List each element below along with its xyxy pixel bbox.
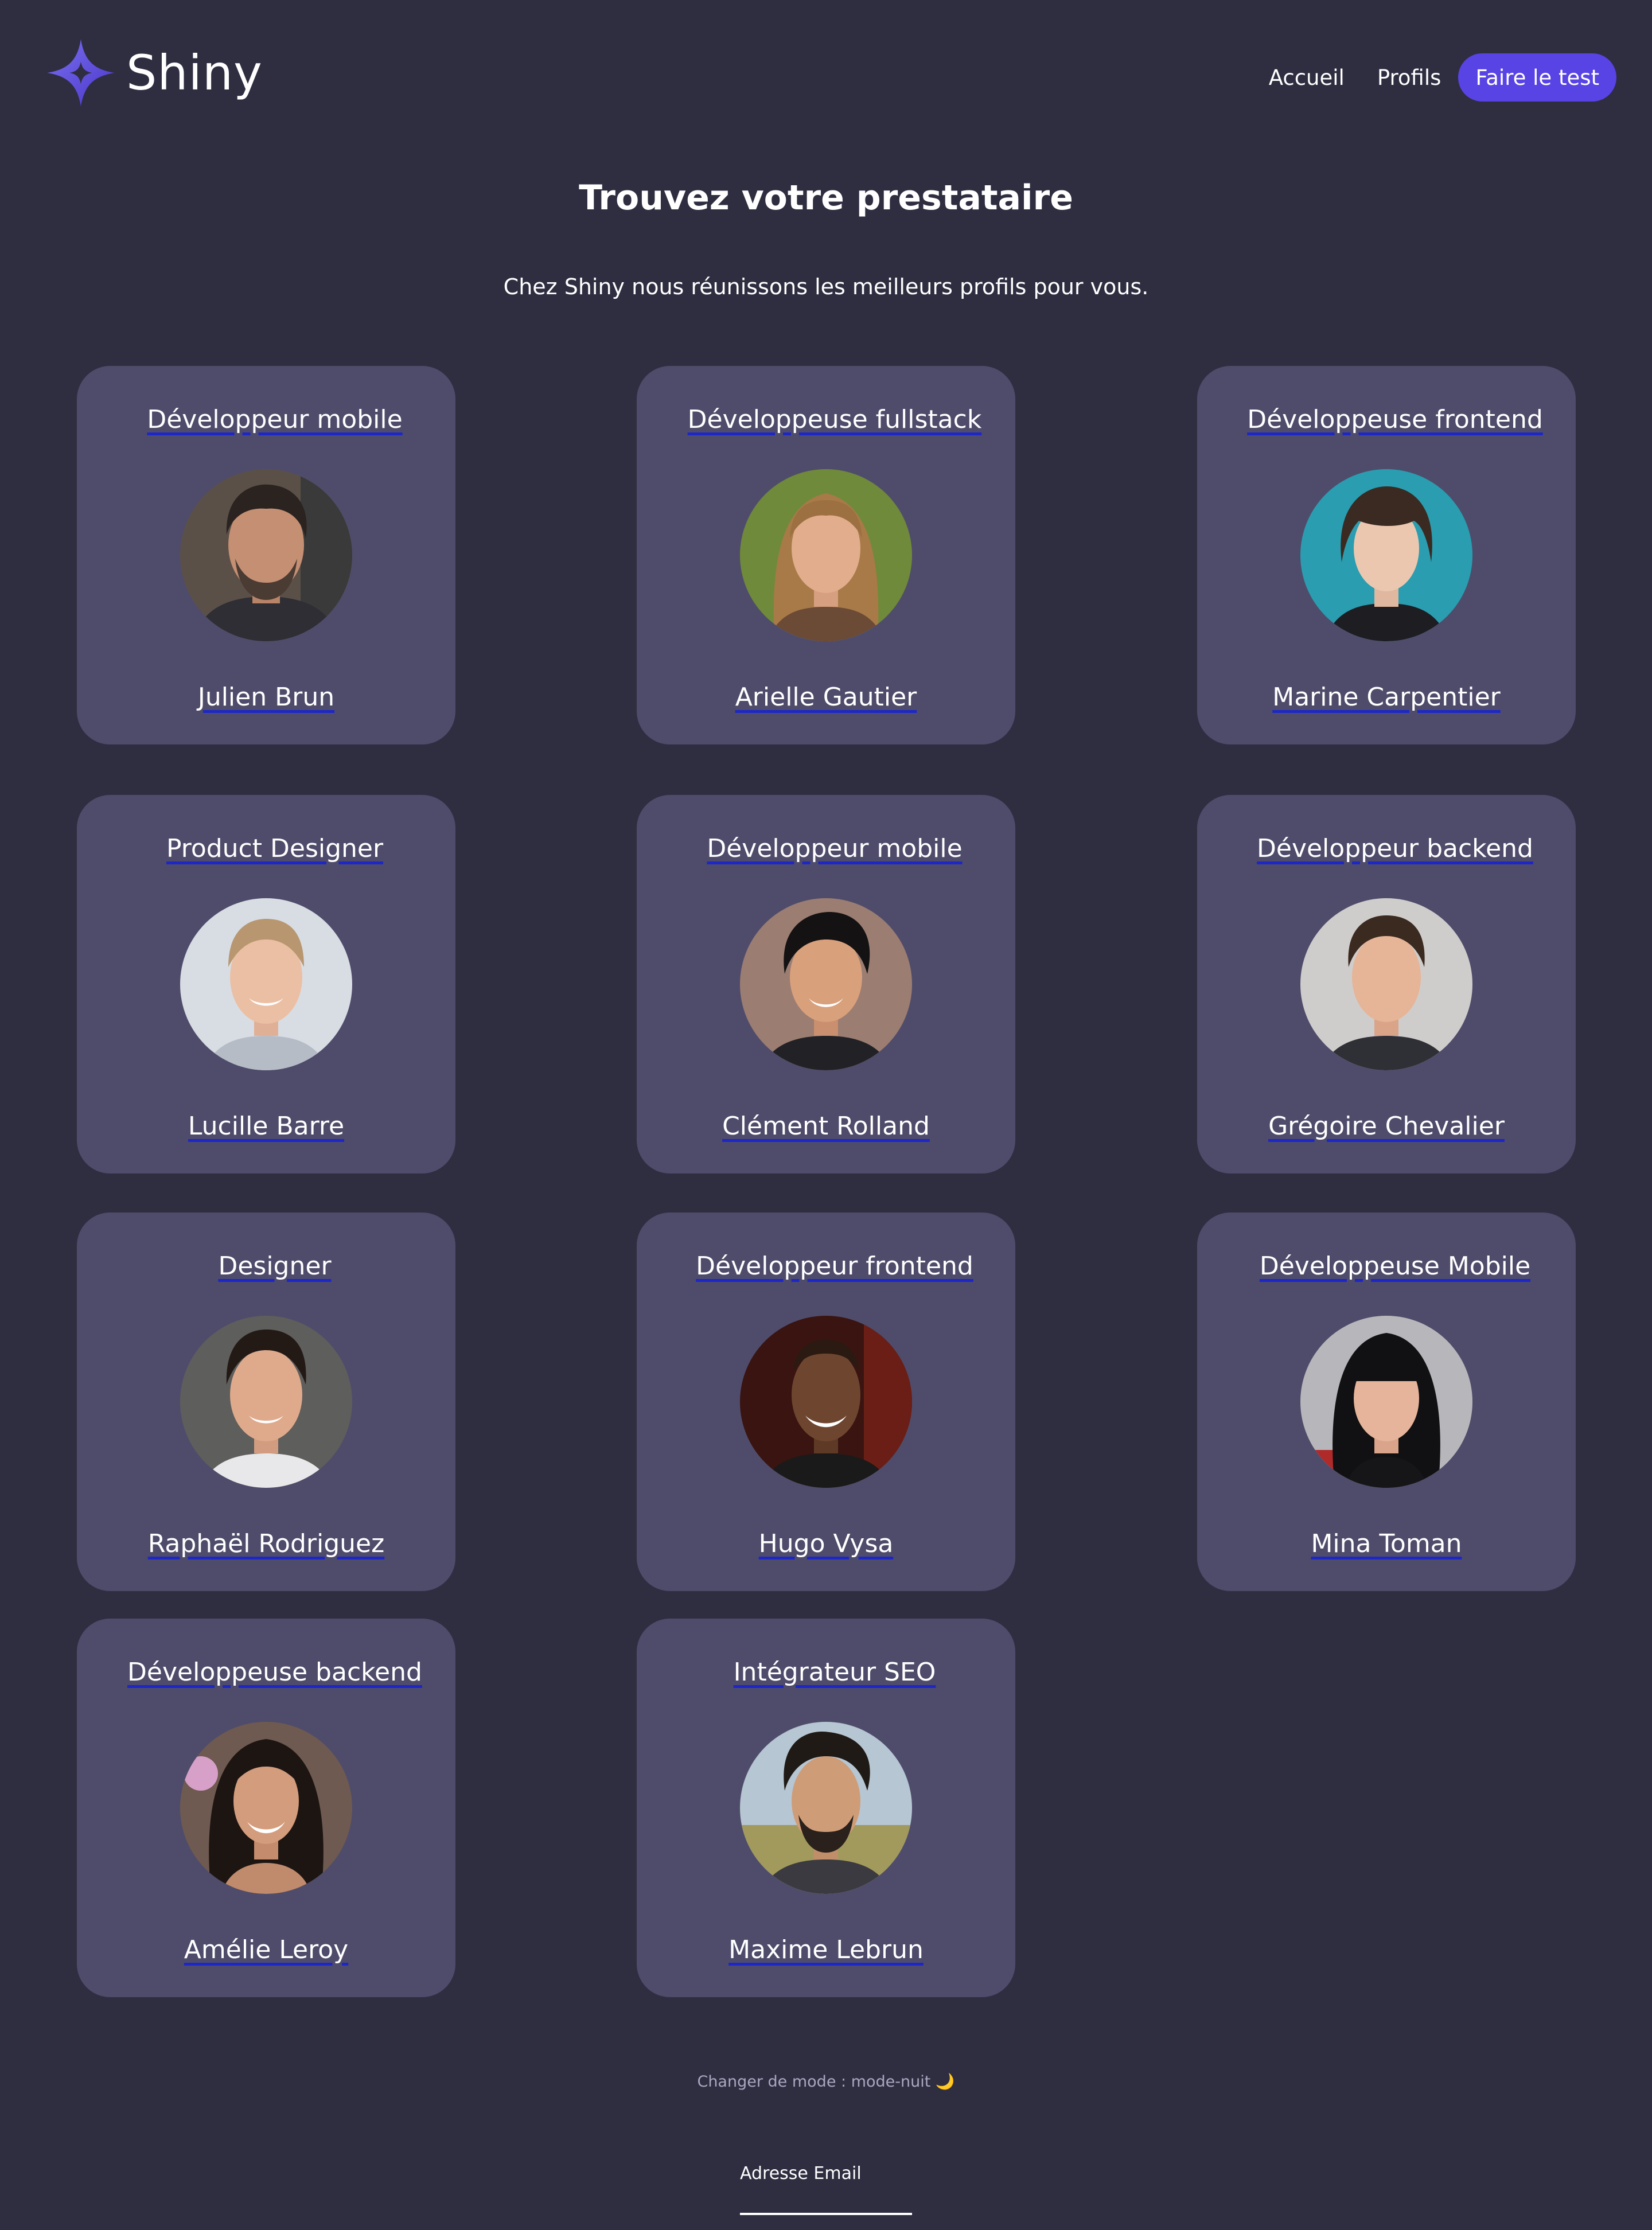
- email-input[interactable]: [740, 2190, 912, 2215]
- avatar: [180, 898, 352, 1070]
- avatar: [1300, 1316, 1472, 1488]
- profile-job-title[interactable]: Développeur backend: [1197, 832, 1593, 866]
- profile-job-title[interactable]: Développeuse Mobile: [1197, 1249, 1593, 1284]
- nav-profiles-link[interactable]: Profils: [1377, 67, 1441, 88]
- site-header: Shiny Accueil Profils Faire le test: [0, 0, 1652, 149]
- profile-card[interactable]: Intégrateur SEO Maxime Lebrun: [637, 1619, 1015, 1997]
- avatar: [180, 1316, 352, 1488]
- profile-card[interactable]: Développeur frontend Hugo Vysa: [637, 1213, 1015, 1591]
- profile-name[interactable]: Raphaël Rodriguez: [77, 1527, 455, 1561]
- profile-name[interactable]: Clément Rolland: [637, 1109, 1015, 1144]
- avatar: [180, 469, 352, 641]
- profile-card[interactable]: Développeur mobile Clément Rolland: [637, 795, 1015, 1174]
- take-test-button[interactable]: Faire le test: [1458, 53, 1616, 102]
- nav-home-link[interactable]: Accueil: [1269, 67, 1345, 88]
- page-subtitle: Chez Shiny nous réunissons les meilleurs…: [503, 274, 1149, 299]
- profile-job-title[interactable]: Développeuse backend: [77, 1655, 473, 1690]
- logo-text: Shiny: [126, 45, 263, 101]
- profile-name[interactable]: Mina Toman: [1197, 1527, 1576, 1561]
- profile-card[interactable]: Développeuse fullstack Arielle Gautier: [637, 366, 1015, 744]
- profile-job-title[interactable]: Product Designer: [77, 832, 473, 866]
- avatar: [1300, 898, 1472, 1070]
- theme-toggle[interactable]: Changer de mode : mode-nuit 🌙: [0, 2071, 1652, 2093]
- profile-job-title[interactable]: Intégrateur SEO: [637, 1655, 1032, 1690]
- profile-name[interactable]: Lucille Barre: [77, 1109, 455, 1144]
- profile-name[interactable]: Julien Brun: [77, 680, 455, 715]
- profile-job-title[interactable]: Designer: [77, 1249, 473, 1284]
- profile-job-title[interactable]: Développeur mobile: [77, 403, 473, 437]
- avatar: [740, 469, 912, 641]
- profile-card[interactable]: Développeuse backend Amélie Leroy: [77, 1619, 455, 1997]
- profile-job-title[interactable]: Développeuse fullstack: [637, 403, 1032, 437]
- avatar: [180, 1722, 352, 1894]
- profile-name[interactable]: Hugo Vysa: [637, 1527, 1015, 1561]
- avatar: [740, 898, 912, 1070]
- profile-name[interactable]: Grégoire Chevalier: [1197, 1109, 1576, 1144]
- profile-name[interactable]: Marine Carpentier: [1197, 680, 1576, 715]
- profile-card[interactable]: Développeuse Mobile Mina Toman: [1197, 1213, 1576, 1591]
- profile-name[interactable]: Maxime Lebrun: [637, 1933, 1015, 1967]
- profile-card[interactable]: Développeuse frontend Marine Carpentier: [1197, 366, 1576, 744]
- page-title: Trouvez votre prestataire: [579, 178, 1073, 218]
- profile-card[interactable]: Designer Raphaël Rodriguez: [77, 1213, 455, 1591]
- main-nav: Accueil Profils Faire le test: [1269, 53, 1616, 102]
- profile-name[interactable]: Amélie Leroy: [77, 1933, 455, 1967]
- avatar: [1300, 469, 1472, 641]
- star-logo-icon: [46, 38, 116, 108]
- avatar: [740, 1316, 912, 1488]
- profile-job-title[interactable]: Développeur frontend: [637, 1249, 1032, 1284]
- profile-card[interactable]: Développeur backend Grégoire Chevalier: [1197, 795, 1576, 1174]
- profile-card[interactable]: Développeur mobile Julien Brun: [77, 366, 455, 744]
- profile-job-title[interactable]: Développeuse frontend: [1197, 403, 1593, 437]
- profile-name[interactable]: Arielle Gautier: [637, 680, 1015, 715]
- avatar: [740, 1722, 912, 1894]
- profile-job-title[interactable]: Développeur mobile: [637, 832, 1032, 866]
- profile-card[interactable]: Product Designer Lucille Barre: [77, 795, 455, 1174]
- email-label: Adresse Email: [740, 2163, 862, 2184]
- logo[interactable]: Shiny: [46, 38, 263, 108]
